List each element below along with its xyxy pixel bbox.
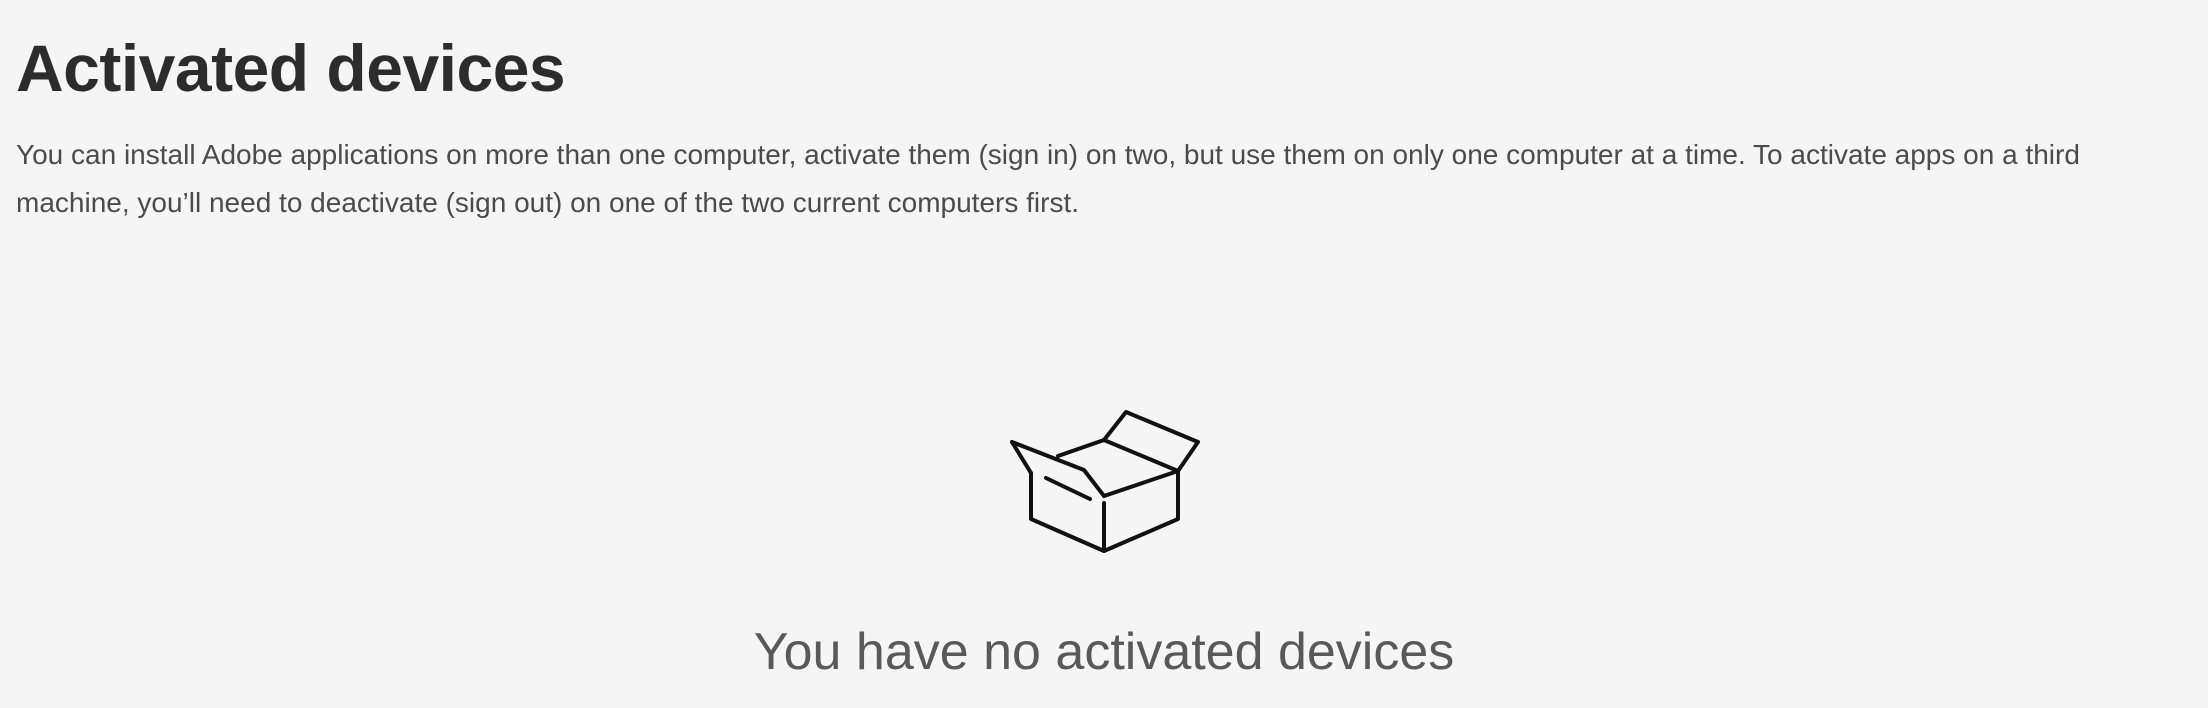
page-title: Activated devices <box>16 31 566 105</box>
activation-description: You can install Adobe applications on mo… <box>16 139 2080 218</box>
open-box-icon <box>1010 410 1200 553</box>
activated-devices-page: Activated devices You can install Adobe … <box>0 0 2208 708</box>
empty-state: You have no activated devices <box>0 400 2208 708</box>
empty-state-message: You have no activated devices <box>753 623 1455 681</box>
